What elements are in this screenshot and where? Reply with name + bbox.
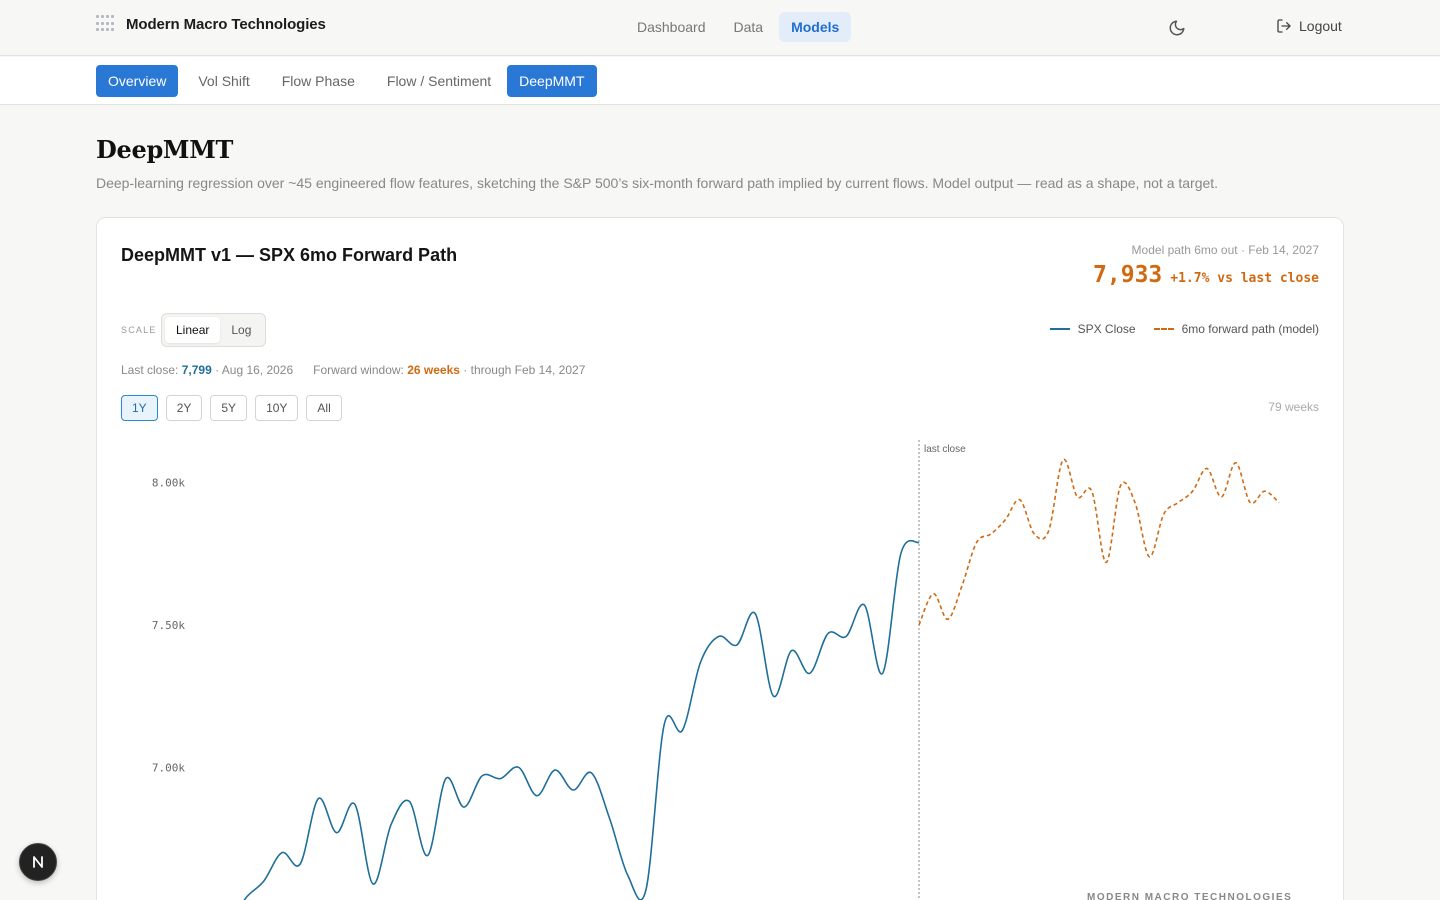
next-dev-badge[interactable] <box>19 843 57 881</box>
legend-spx-label: SPX Close <box>1077 322 1136 336</box>
model-path-caption: Model path 6mo out · Feb 14, 2027 <box>1131 243 1319 257</box>
scale-label: SCALE <box>121 325 157 335</box>
card-title: DeepMMT v1 — SPX 6mo Forward Path <box>121 245 458 265</box>
scale-toggle: Linear Log <box>161 313 267 347</box>
nav-data[interactable]: Data <box>722 12 776 42</box>
y-tick-label: 7.00k <box>152 761 185 774</box>
logout-icon <box>1277 19 1291 33</box>
legend-forward: 6mo forward path (model) <box>1153 322 1319 336</box>
legend-forward-label: 6mo forward path (model) <box>1181 322 1319 336</box>
forward-window-meta: Forward window: 26 weeks · through Feb 1… <box>313 363 585 377</box>
y-tick-label: 8.00k <box>152 477 185 490</box>
last-close-date: · Aug 16, 2026 <box>215 363 294 377</box>
last-close-label: Last close: <box>121 363 179 377</box>
chart-legend: SPX Close 6mo forward path (model) <box>1049 322 1319 336</box>
range-10y-button[interactable]: 10Y <box>255 395 299 421</box>
chart-canvas: 8.00k7.50k7.00k6.50klast close <box>152 440 1280 900</box>
range-1y-button[interactable]: 1Y <box>121 395 158 421</box>
range-selector: 1Y 2Y 5Y 10Y All <box>121 395 342 421</box>
sub-nav: Overview Vol Shift Flow Phase Flow / Sen… <box>0 57 1440 105</box>
chart-card: 8.00k7.50k7.00k6.50klast close DeepMMT v… <box>96 217 1344 900</box>
range-all-button[interactable]: All <box>306 395 342 421</box>
n-logo-icon <box>33 856 43 868</box>
meta-line: Last close: 7,799 · Aug 16, 2026 Forward… <box>121 363 585 377</box>
main-nav: Dashboard Data Models <box>625 12 852 42</box>
moon-icon[interactable] <box>1168 19 1186 37</box>
model-value: 7,933 +1.7% vs last close <box>1093 262 1319 288</box>
logout-button[interactable]: Logout <box>1276 18 1342 34</box>
page-title: DeepMMT <box>96 135 234 164</box>
forward-window-label: Forward window: <box>313 363 404 377</box>
brand[interactable]: Modern Macro Technologies <box>96 15 326 33</box>
spx-close-series-line <box>243 539 920 900</box>
last-close-value: 7,799 <box>181 363 212 377</box>
range-5y-button[interactable]: 5Y <box>210 395 248 421</box>
scale-log-button[interactable]: Log <box>220 317 262 343</box>
tab-overview[interactable]: Overview <box>96 65 179 97</box>
tab-flow-sentiment[interactable]: Flow / Sentiment <box>375 65 503 97</box>
y-tick-label: 7.50k <box>152 619 185 632</box>
model-value-change: +1.7% vs last close <box>1170 271 1319 286</box>
forward-window-through: · through Feb 14, 2027 <box>463 363 586 377</box>
legend-spx: SPX Close <box>1049 322 1136 336</box>
tab-vol-shift[interactable]: Vol Shift <box>186 65 261 97</box>
top-nav: Modern Macro Technologies Dashboard Data… <box>0 0 1440 56</box>
nav-models[interactable]: Models <box>779 12 852 42</box>
brand-logo-icon <box>96 15 114 33</box>
last-close-marker-label: last close <box>924 444 966 455</box>
tab-deepmmt[interactable]: DeepMMT <box>507 65 597 97</box>
watermark: MODERN MACRO TECHNOLOGIES <box>1087 892 1293 900</box>
legend-dashed-line-icon <box>1153 328 1174 330</box>
forward-window-value: 26 weeks <box>407 363 460 377</box>
page-subtitle: Deep-learning regression over ~45 engine… <box>96 175 1219 191</box>
weeks-count: 79 weeks <box>1268 400 1319 414</box>
range-2y-button[interactable]: 2Y <box>165 395 203 421</box>
nav-dashboard[interactable]: Dashboard <box>625 12 718 42</box>
logout-label: Logout <box>1299 18 1342 34</box>
tab-flow-phase[interactable]: Flow Phase <box>270 65 367 97</box>
legend-solid-line-icon <box>1049 328 1070 330</box>
scale-linear-button[interactable]: Linear <box>165 317 221 343</box>
forward-path-series-line <box>918 458 1280 626</box>
model-value-number: 7,933 <box>1093 262 1163 288</box>
last-close-meta: Last close: 7,799 · Aug 16, 2026 <box>121 363 293 377</box>
brand-name: Modern Macro Technologies <box>126 15 326 33</box>
